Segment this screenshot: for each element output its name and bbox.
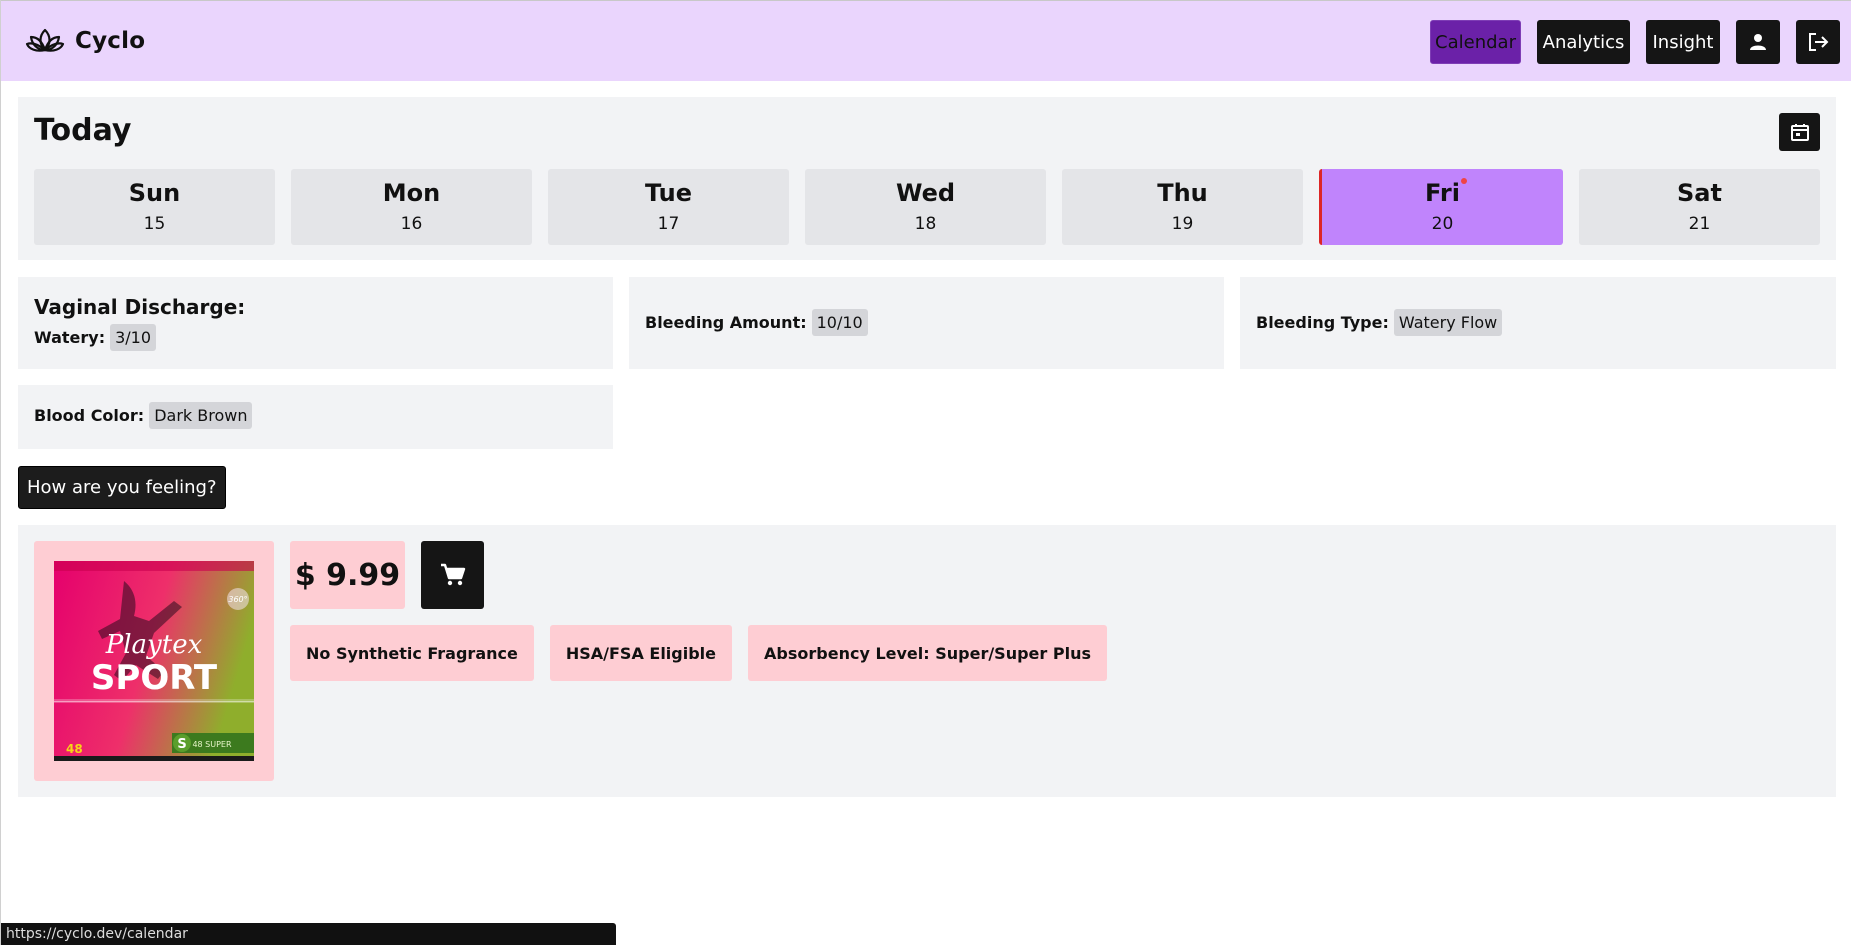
day-name: Fri [1425, 179, 1460, 207]
day-date: 15 [143, 214, 166, 234]
app-name: Cyclo [75, 28, 146, 54]
product-brand-text: Playtex [105, 630, 203, 660]
bleeding-type-card: Bleeding Type: Watery Flow [1240, 277, 1836, 369]
day-wed[interactable]: Wed 18 [805, 169, 1046, 245]
day-date: 17 [657, 214, 680, 234]
product-tags: No Synthetic Fragrance HSA/FSA Eligible … [290, 625, 1107, 681]
blood-color-value: Dark Brown [149, 402, 253, 429]
day-name: Wed [895, 179, 956, 207]
period-indicator-dot [1461, 178, 1467, 184]
nav-analytics-button[interactable]: Analytics [1537, 20, 1630, 64]
top-nav-bar: Cyclo Calendar Analytics Insight [1, 0, 1851, 81]
day-date: 18 [914, 214, 937, 234]
day-sun[interactable]: Sun 15 [34, 169, 275, 245]
day-name: Mon [382, 179, 441, 207]
bleeding-amount-card: Bleeding Amount: 10/10 [629, 277, 1224, 369]
product-tag: HSA/FSA Eligible [549, 625, 733, 681]
product-price: $ 9.99 [290, 541, 405, 609]
page-title: Today [34, 113, 132, 148]
add-to-cart-button[interactable] [421, 541, 484, 609]
product-recommendation-panel: 360° Playtex SPORT S 48 SUPER 48 $ 9.99 … [18, 525, 1836, 797]
week-panel: Today Sun 15 Mon 16 Tue 17 Wed 18 Thu 19 [18, 97, 1836, 260]
discharge-card: Vaginal Discharge: Watery: 3/10 [18, 277, 613, 369]
blood-color-label: Blood Color: [34, 406, 145, 425]
product-tag: No Synthetic Fragrance [290, 625, 534, 681]
product-badge-text: 360° [228, 595, 247, 604]
day-name: Thu [1157, 179, 1208, 207]
user-icon [1750, 34, 1766, 50]
day-sat[interactable]: Sat 21 [1579, 169, 1820, 245]
product-tag: Absorbency Level: Super/Super Plus [748, 625, 1107, 681]
product-box-image: 360° Playtex SPORT S 48 SUPER 48 [54, 561, 254, 761]
nav-calendar-button[interactable]: Calendar [1430, 20, 1521, 64]
calendar-icon [1790, 124, 1809, 141]
nav-insight-button[interactable]: Insight [1646, 20, 1720, 64]
discharge-label: Watery: [34, 328, 106, 347]
logout-icon [1809, 33, 1829, 51]
logout-button[interactable] [1796, 20, 1840, 64]
bleeding-amount-value: 10/10 [811, 309, 868, 336]
main-nav: Calendar Analytics Insight [1430, 20, 1840, 64]
day-fri-selected[interactable]: Fri 20 [1319, 169, 1563, 245]
how-are-you-feeling-button[interactable]: How are you feeling? [18, 466, 226, 509]
day-name: Sat [1677, 179, 1722, 207]
product-image[interactable]: 360° Playtex SPORT S 48 SUPER 48 [34, 541, 274, 781]
day-thu[interactable]: Thu 19 [1062, 169, 1303, 245]
product-size-letter: S [177, 737, 186, 752]
blood-color-card: Blood Color: Dark Brown [18, 385, 613, 449]
product-size-text: 48 SUPER [192, 740, 232, 749]
blood-color-row: Blood Color: Dark Brown [34, 402, 253, 429]
discharge-heading: Vaginal Discharge: [34, 295, 246, 319]
discharge-row: Watery: 3/10 [34, 324, 157, 351]
product-count-text: 48 [66, 742, 83, 756]
day-mon[interactable]: Mon 16 [291, 169, 532, 245]
day-date: 16 [400, 214, 423, 234]
day-name: Tue [644, 179, 693, 207]
lotus-logo-icon [25, 25, 65, 57]
week-day-strip: Sun 15 Mon 16 Tue 17 Wed 18 Thu 19 Fri 2… [34, 169, 1820, 245]
bleeding-amount-row: Bleeding Amount: 10/10 [645, 309, 868, 336]
brand[interactable]: Cyclo [25, 25, 145, 57]
bleeding-type-label: Bleeding Type: [1256, 313, 1389, 332]
product-line-text: SPORT [91, 658, 218, 698]
open-calendar-button[interactable] [1779, 113, 1820, 151]
day-tue[interactable]: Tue 17 [548, 169, 789, 245]
bleeding-amount-label: Bleeding Amount: [645, 313, 807, 332]
bleeding-type-row: Bleeding Type: Watery Flow [1256, 309, 1503, 336]
day-date: 20 [1431, 214, 1454, 234]
status-bar-url: https://cyclo.dev/calendar [1, 923, 616, 945]
day-date: 21 [1688, 214, 1711, 234]
day-name: Sun [128, 179, 181, 207]
cart-icon [440, 563, 465, 586]
discharge-value: 3/10 [110, 324, 157, 351]
bleeding-type-value: Watery Flow [1393, 309, 1503, 336]
day-date: 19 [1171, 214, 1194, 234]
profile-button[interactable] [1736, 20, 1780, 64]
